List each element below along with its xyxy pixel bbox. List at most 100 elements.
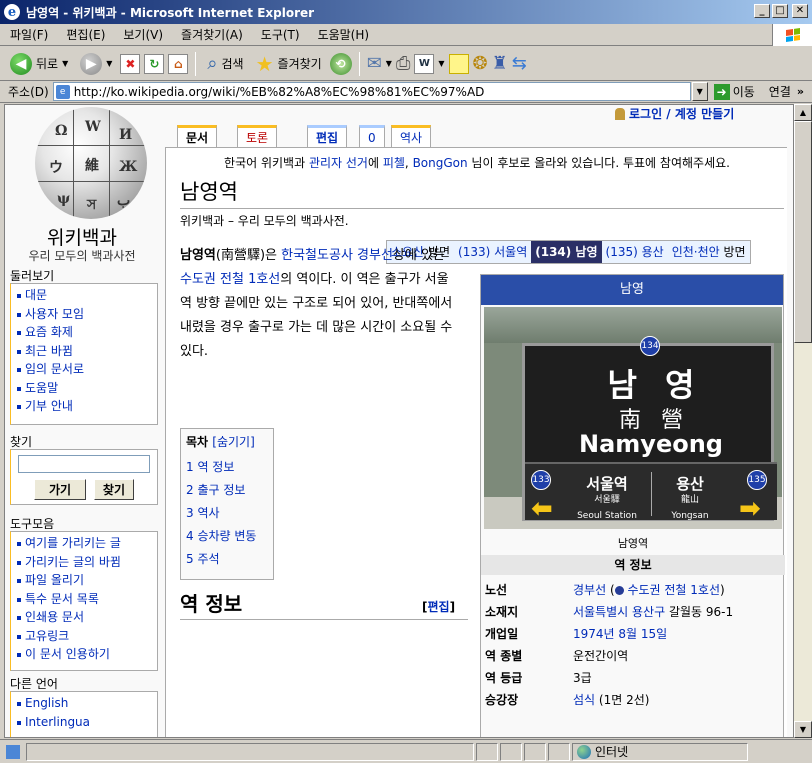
login-link[interactable]: 로그인 / 계정 만들기 [629,105,734,122]
toc-item[interactable]: 4 승차량 변동 [186,529,256,543]
infobox-link-line[interactable]: 경부선 [573,583,606,597]
station-sign: 134 남영 南營 Namyeong 133 ⬅ 서울역 서울驛 Seoul S… [522,336,777,524]
nav-link-current-events[interactable]: 요즘 화제 [15,323,157,342]
menu-view[interactable]: 보기(V) [113,26,171,43]
menu-favorites[interactable]: 즐겨찾기(A) [171,26,251,43]
infobox-key: 노선 [485,583,508,597]
toolbox-special-pages[interactable]: 특수 문서 목록 [15,590,157,609]
search-go-button[interactable]: 가기 [33,479,87,500]
link-korail-gyeongbu[interactable]: 한국철도공사 경부선 [281,248,393,263]
window-controls: _ □ ✕ [754,4,808,18]
tab-article[interactable]: 문서 [177,125,218,147]
toc-item[interactable]: 3 역사 [186,506,220,520]
menu-help[interactable]: 도움말(H) [308,26,378,43]
menu-edit[interactable]: 편집(E) [56,26,113,43]
toolbox-portlet: 여기를 가리키는 글 가리키는 글의 바뀜 파일 올리기 특수 문서 목록 인쇄… [10,531,158,671]
forward-button[interactable]: ▶ ▼ [76,51,116,77]
go-button[interactable]: ➜ 이동 [713,83,755,100]
toc-item[interactable]: 2 출구 정보 [186,483,245,497]
nav-link-donate[interactable]: 기부 안내 [15,397,157,416]
search-find-button[interactable]: 찾기 [93,479,134,500]
tab-history[interactable]: 역사 [391,125,432,147]
infobox-link-location[interactable]: 서울특별시 용산구 [573,605,665,619]
lang-link-interlingua[interactable]: Interlingua [15,713,157,732]
toc-item[interactable]: 5 주석 [186,552,220,566]
minimize-button[interactable]: _ [754,4,770,18]
nav-line-incheon[interactable]: 인천·천안 [672,245,720,259]
infobox-link-opening-date[interactable]: 1974년 8월 15일 [573,627,667,641]
dropdown-arrow-icon[interactable]: ▼ [438,59,444,68]
scroll-up-button[interactable]: ▲ [794,104,812,121]
infobox-row: 역 종별 운전간이역 [481,645,785,667]
nav-link-recent-changes[interactable]: 최근 바뀜 [15,342,157,361]
notice-link-election[interactable]: 관리자 선거 [309,156,368,170]
address-dropdown-button[interactable]: ▼ [691,82,708,101]
sidebar: Ω W И ウ 維 Ж ψ স ب 위키백과 우리 모두의 백과사전 둘러보기 … [5,105,159,737]
toolbox-related-changes[interactable]: 가리키는 글의 바뀜 [15,553,157,572]
research-icon[interactable]: ❂ [473,53,488,74]
back-button[interactable]: ◀ 뒤로 ▼ [6,51,72,77]
toolbox-whatlinkshere[interactable]: 여기를 가리키는 글 [15,534,157,553]
address-input[interactable]: e http://ko.wikipedia.org/wiki/%EB%82%A8… [52,82,691,101]
notice-link-candidate1[interactable]: 피첼 [383,156,405,170]
home-icon[interactable]: ⌂ [168,53,189,74]
toolbox-cite[interactable]: 이 문서 인용하기 [15,645,157,664]
maximize-button[interactable]: □ [772,4,788,18]
nav-prev-station[interactable]: (133) 서울역 [458,245,527,259]
section-edit-link[interactable]: [편집] [422,598,455,615]
station-photo[interactable]: 134 남영 南營 Namyeong 133 ⬅ 서울역 서울驛 Seoul S… [484,307,782,529]
note-icon[interactable] [448,53,469,74]
dropdown-arrow-icon[interactable]: ▼ [62,59,68,68]
edit-icon[interactable]: W [414,53,435,74]
tab-edit[interactable]: 편집 [307,125,348,147]
nav-link-community[interactable]: 사용자 모임 [15,305,157,324]
close-button[interactable]: ✕ [792,4,808,18]
menu-tools[interactable]: 도구(T) [251,26,308,43]
search-input[interactable] [18,455,150,473]
sign-station-number: 134 [640,336,660,356]
status-pane [524,742,546,761]
link-seoul-subway-line1[interactable]: 수도권 전철 1호선 [180,272,280,287]
links-chevron-icon[interactable]: » [797,85,804,98]
history-icon[interactable]: ⟲ [329,52,352,75]
nav-current-station: (134) 남영 [531,241,602,263]
lang-link-english[interactable]: English [15,694,157,713]
vertical-scrollbar[interactable]: ▲ ▼ [794,104,812,738]
tab-talk[interactable]: 토론 [237,125,278,147]
search-button[interactable]: ⌕ 검색 [203,51,247,76]
wikipedia-globe-logo[interactable]: Ω W И ウ 維 Ж ψ স ب [35,107,147,219]
tab-edit-count[interactable]: 0 [359,125,385,147]
refresh-icon[interactable]: ↻ [144,53,165,74]
translate-icon[interactable]: ⇆ [512,53,527,74]
scroll-down-button[interactable]: ▼ [794,721,812,738]
nav-link-random[interactable]: 임의 문서로 [15,360,157,379]
nav-link-help[interactable]: 도움말 [15,379,157,398]
toc-toggle[interactable]: [숨기기] [212,435,254,449]
menu-file[interactable]: 파일(F) [0,26,56,43]
toolbox-permalink[interactable]: 고유링크 [15,627,157,646]
links-button[interactable]: 연결 [769,83,791,100]
status-text-pane [26,742,474,761]
messenger-icon[interactable]: ♜ [492,53,508,74]
sign-prev-number: 133 [531,470,551,490]
search-label: 검색 [221,57,244,71]
infobox-row: 소재지 서울특별시 용산구 갈월동 96-1 [481,601,785,623]
mail-icon[interactable]: ✉ [367,53,382,74]
toolbox-printable[interactable]: 인쇄용 문서 [15,608,157,627]
infobox-link-platform[interactable]: 섬식 [573,693,595,707]
notice-link-candidate2[interactable]: BongGon [413,156,468,170]
infobox-link-subway[interactable]: 수도권 전철 1호선 [627,583,720,597]
toolbar-separator [358,51,360,76]
infobox-row: 역 등급 3급 [481,667,785,689]
stop-icon[interactable]: ✖ [120,53,141,74]
print-icon[interactable]: ⎙ [396,53,410,74]
toolbox-upload[interactable]: 파일 올리기 [15,571,157,590]
favorites-button[interactable]: ★ 즐겨찾기 [252,50,326,78]
toc-item[interactable]: 1 역 정보 [186,460,234,474]
nav-link-main-page[interactable]: 대문 [15,286,157,305]
sign-next-number: 135 [747,470,767,490]
scroll-thumb[interactable] [794,121,812,343]
dropdown-arrow-icon[interactable]: ▼ [106,59,112,68]
nav-next-station[interactable]: (135) 용산 [606,245,664,259]
dropdown-arrow-icon[interactable]: ▼ [386,59,392,68]
